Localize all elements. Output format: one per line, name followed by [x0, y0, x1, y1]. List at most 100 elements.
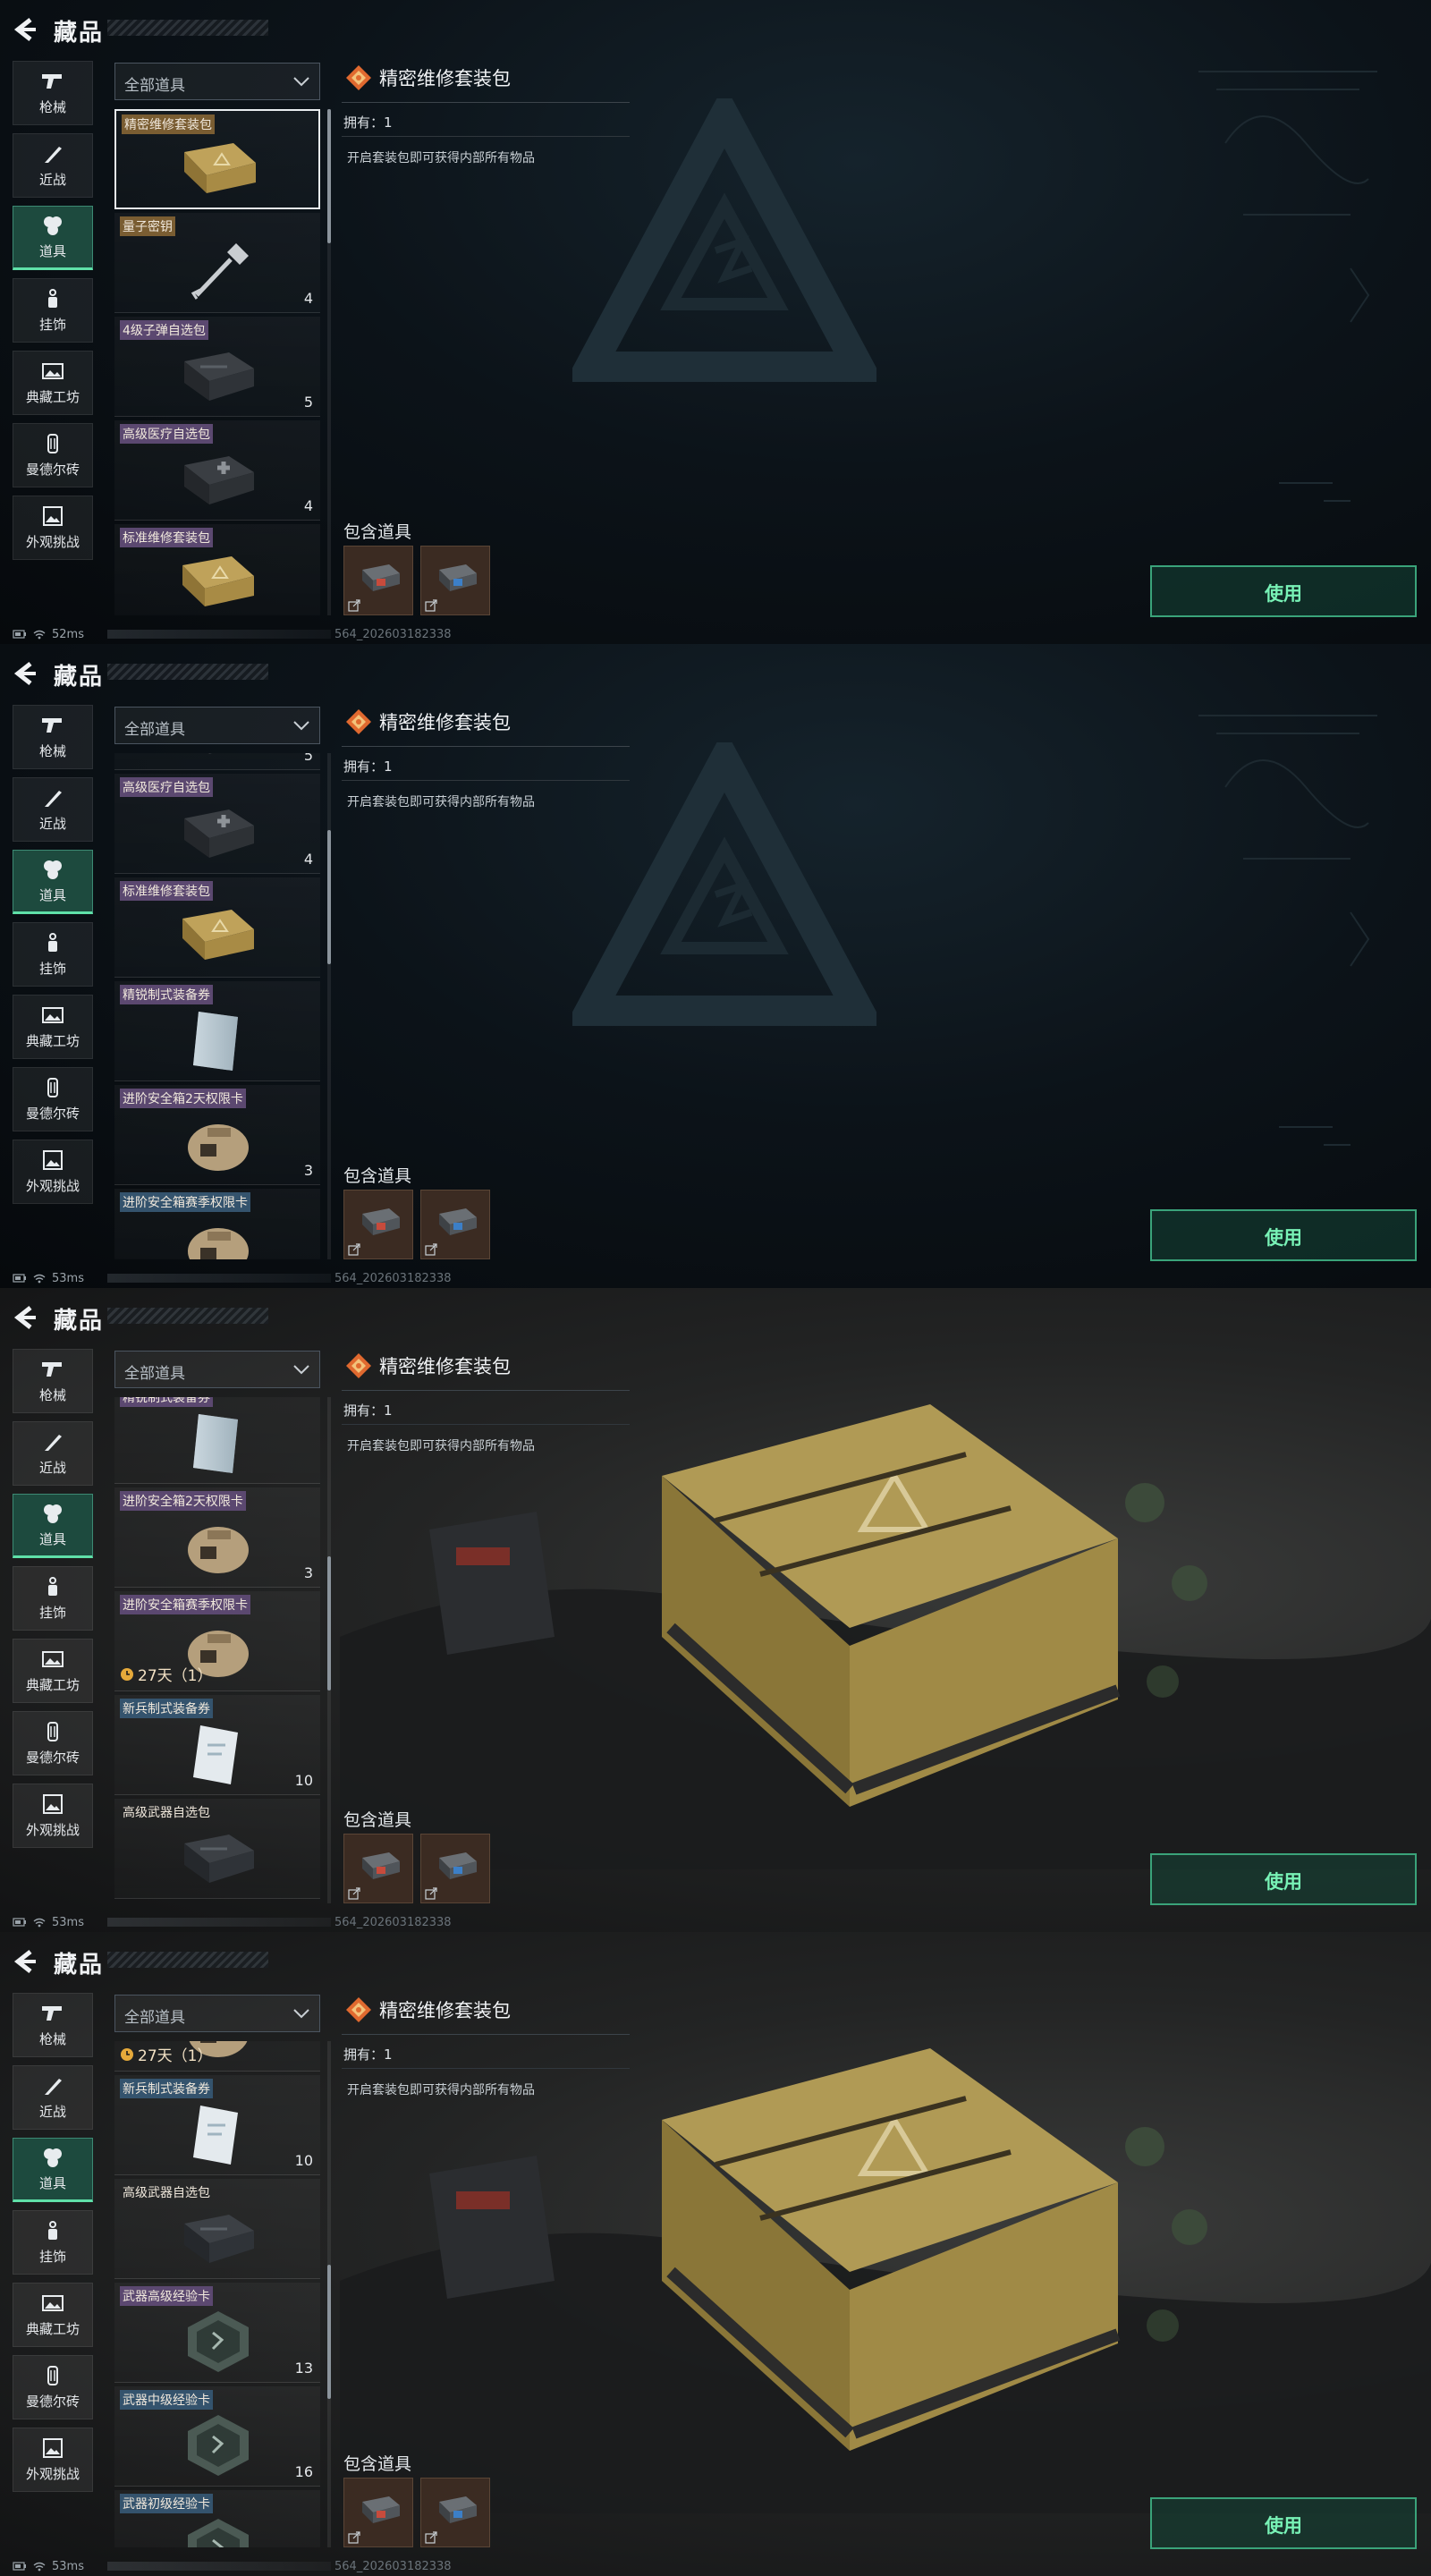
item-card[interactable]: 精密维修套装包 [114, 109, 320, 209]
item-card[interactable]: 进阶安全箱赛季权限卡 [114, 1189, 320, 1259]
item-card[interactable]: 进阶安全箱2天权限卡 3 [114, 1487, 320, 1588]
category-6[interactable]: 外观挑战 [13, 496, 93, 560]
item-card[interactable]: 标准维修套装包 [114, 524, 320, 615]
item-card[interactable]: 高级医疗自选包 4 [114, 420, 320, 521]
list-scrollbar[interactable] [327, 1556, 331, 1690]
category-0[interactable]: 枪械 [13, 61, 93, 125]
filter-dropdown[interactable]: 全部道具 [114, 63, 320, 100]
category-4[interactable]: 典藏工坊 [13, 2283, 93, 2347]
category-4[interactable]: 典藏工坊 [13, 995, 93, 1059]
landscape-icon [41, 1793, 64, 1815]
category-6[interactable]: 外观挑战 [13, 1784, 93, 1848]
category-3[interactable]: 挂饰 [13, 1566, 93, 1631]
category-4[interactable]: 典藏工坊 [13, 351, 93, 415]
use-button[interactable]: 使用 [1150, 1209, 1417, 1261]
item-card[interactable]: 进阶安全箱赛季权限卡 27天（1） [114, 1591, 320, 1691]
use-button-label: 使用 [1265, 1227, 1302, 1249]
category-1[interactable]: 近战 [13, 133, 93, 198]
contained-item-tile[interactable] [420, 2478, 490, 2547]
pouch-icon [174, 1511, 263, 1582]
category-2[interactable]: 道具 [13, 206, 93, 270]
item-card[interactable]: 高级武器自选包 [114, 1799, 320, 1899]
charm-icon [41, 1576, 64, 1597]
category-0[interactable]: 枪械 [13, 705, 93, 769]
category-0[interactable]: 枪械 [13, 1993, 93, 2057]
category-2[interactable]: 道具 [13, 850, 93, 914]
item-card[interactable]: 量子密钥 4 [114, 213, 320, 313]
gun-icon [41, 1359, 64, 1380]
charm-icon [41, 288, 64, 309]
category-sidebar: 枪械近战道具挂饰典藏工坊曼德尔砖外观挑战 [13, 61, 95, 568]
list-scrollbar[interactable] [327, 2265, 331, 2399]
item-card[interactable]: 武器中级经验卡 16 [114, 2386, 320, 2487]
use-button[interactable]: 使用 [1150, 2497, 1417, 2549]
contained-item-tile[interactable] [343, 546, 413, 615]
contained-item-tile[interactable] [420, 1834, 490, 1903]
item-name: 标准维修套装包 [120, 528, 213, 547]
item-card[interactable]: 进阶安全箱2天权限卡 3 [114, 1085, 320, 1185]
contained-item-tile[interactable] [343, 2478, 413, 2547]
use-button[interactable]: 使用 [1150, 565, 1417, 617]
category-5[interactable]: 曼德尔砖 [13, 1711, 93, 1775]
build-id: 564_202603182338 [334, 2560, 452, 2573]
item-card[interactable]: 高级医疗自选包 4 [114, 774, 320, 874]
category-6[interactable]: 外观挑战 [13, 1140, 93, 1204]
item-card[interactable]: 4级子弹自选包 5 [114, 317, 320, 417]
category-5[interactable]: 曼德尔砖 [13, 423, 93, 487]
status-bar: 52ms [13, 626, 84, 642]
category-label: 枪械 [38, 1386, 66, 1403]
item-card[interactable]: 新兵制式装备券 10 [114, 2075, 320, 2175]
item-card[interactable]: 高级武器自选包 [114, 2179, 320, 2279]
item-count: 4 [303, 851, 313, 868]
item-count: 5 [303, 753, 313, 764]
build-id: 564_202603182338 [334, 628, 452, 641]
item-name: 武器中级经验卡 [120, 2390, 213, 2410]
item-card[interactable]: 5 [114, 753, 320, 770]
back-arrow-icon[interactable] [13, 660, 43, 687]
item-card[interactable]: 武器初级经验卡 [114, 2490, 320, 2547]
category-1[interactable]: 近战 [13, 1421, 93, 1486]
category-1[interactable]: 近战 [13, 2065, 93, 2130]
chevron-down-icon [292, 74, 310, 89]
category-5[interactable]: 曼德尔砖 [13, 1067, 93, 1131]
knife-icon [41, 1431, 64, 1453]
item-card[interactable]: 精锐制式装备券 [114, 981, 320, 1081]
use-button-label: 使用 [1265, 1871, 1302, 1893]
repair-kit-icon [434, 2491, 478, 2527]
item-name: 进阶安全箱2天权限卡 [120, 1491, 246, 1511]
voucher-icon [174, 1004, 263, 1076]
category-2[interactable]: 道具 [13, 1494, 93, 1558]
contained-item-tile[interactable] [343, 1834, 413, 1903]
item-card[interactable]: 精锐制式装备券 [114, 1397, 320, 1484]
category-0[interactable]: 枪械 [13, 1349, 93, 1413]
category-3[interactable]: 挂饰 [13, 278, 93, 343]
category-3[interactable]: 挂饰 [13, 922, 93, 987]
category-4[interactable]: 典藏工坊 [13, 1639, 93, 1703]
category-label: 道具 [38, 242, 66, 259]
list-scrollbar[interactable] [327, 830, 331, 964]
category-2[interactable]: 道具 [13, 2138, 93, 2202]
divider [342, 2034, 630, 2035]
own-label: 拥有： [343, 758, 385, 775]
filter-dropdown[interactable]: 全部道具 [114, 1351, 320, 1388]
use-button[interactable]: 使用 [1150, 1853, 1417, 1905]
category-6[interactable]: 外观挑战 [13, 2428, 93, 2492]
filter-dropdown[interactable]: 全部道具 [114, 1995, 320, 2032]
item-card[interactable]: 武器高级经验卡 13 [114, 2283, 320, 2383]
back-arrow-icon[interactable] [13, 16, 43, 43]
category-1[interactable]: 近战 [13, 777, 93, 842]
list-scrollbar[interactable] [327, 109, 331, 243]
contained-item-tile[interactable] [343, 1190, 413, 1259]
back-arrow-icon[interactable] [13, 1948, 43, 1975]
contained-item-tile[interactable] [420, 546, 490, 615]
item-card[interactable]: 新兵制式装备券 10 [114, 1695, 320, 1795]
category-3[interactable]: 挂饰 [13, 2210, 93, 2275]
item-card[interactable]: 27天（1） [114, 2041, 320, 2072]
contained-item-tile[interactable] [420, 1190, 490, 1259]
category-5[interactable]: 曼德尔砖 [13, 2355, 93, 2419]
item-cluster-icon [41, 215, 64, 236]
back-arrow-icon[interactable] [13, 1304, 43, 1331]
item-card[interactable]: 标准维修套装包 [114, 877, 320, 978]
filter-dropdown[interactable]: 全部道具 [114, 707, 320, 744]
knife-icon [41, 787, 64, 809]
